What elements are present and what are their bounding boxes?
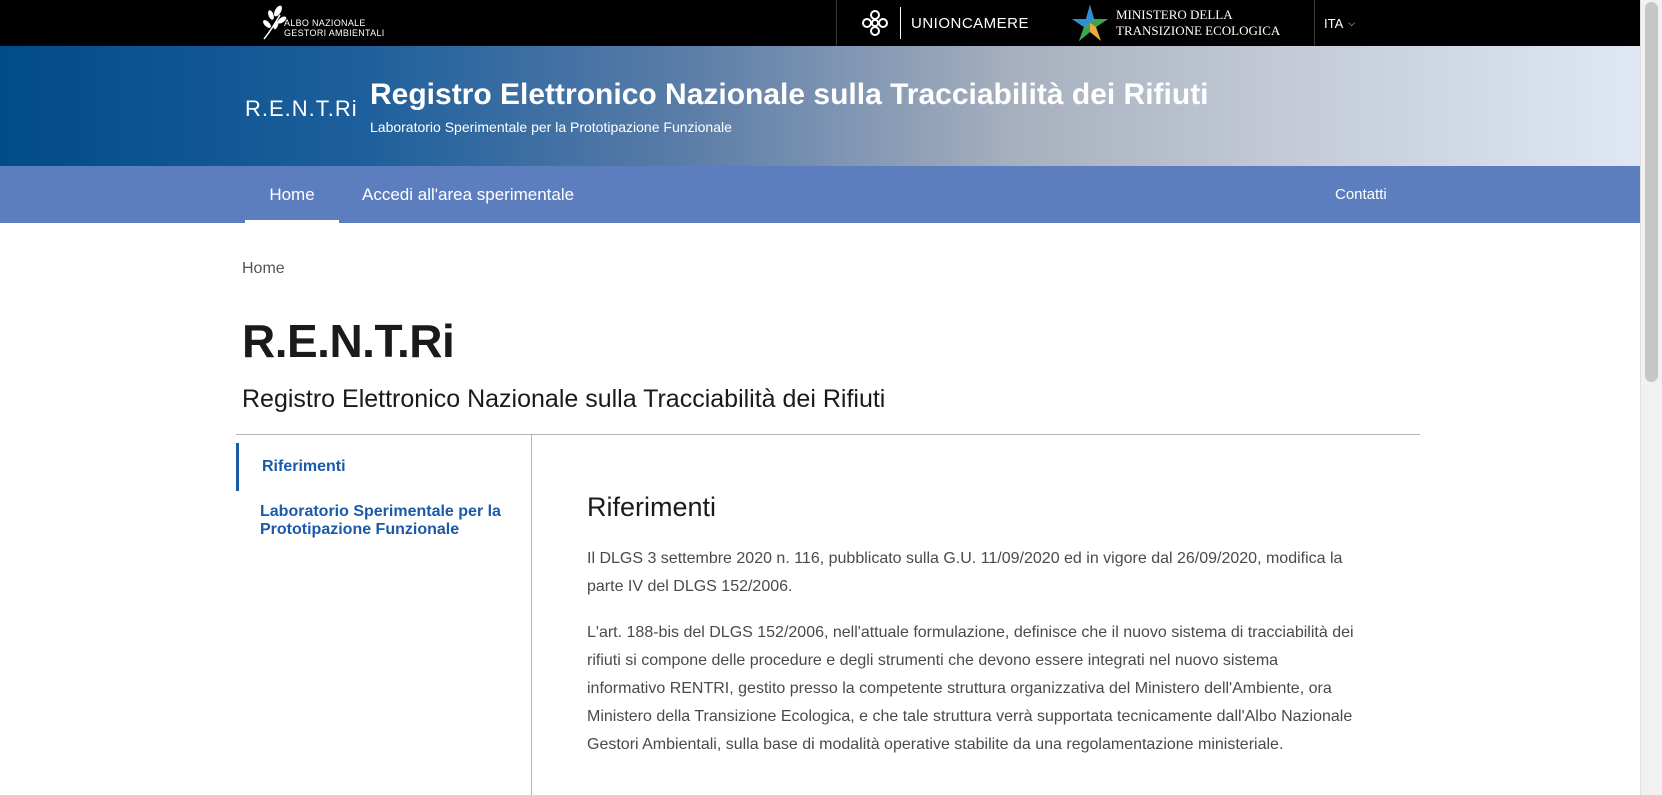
- page-title: R.E.N.T.Ri: [242, 315, 455, 367]
- albo-logo-link[interactable]: Albo Nazionale Gestori Ambientali: [258, 4, 385, 42]
- star-logo-icon: [1072, 5, 1108, 41]
- sidebar-nav: Riferimenti Laboratorio Sperimentale per…: [236, 435, 532, 795]
- page: Albo Nazionale Gestori Ambientali UNIONC…: [0, 0, 1640, 795]
- breadcrumb[interactable]: Home: [242, 260, 285, 278]
- top-separator: [1314, 0, 1315, 46]
- content-paragraph: Il DLGS 3 settembre 2020 n. 116, pubblic…: [587, 550, 1343, 595]
- top-separator: [836, 0, 837, 46]
- sidebar-item-laboratorio[interactable]: Laboratorio Sperimentale per la Prototip…: [236, 503, 532, 539]
- nav-home[interactable]: Home: [245, 166, 339, 223]
- albo-line-1: Albo Nazionale: [284, 18, 366, 28]
- language-label: ITA: [1324, 15, 1344, 31]
- unioncamere-label: UNIONCAMERE: [911, 14, 1030, 32]
- brand-subtitle: Laboratorio Sperimentale per la Prototip…: [370, 119, 732, 135]
- scrollbar-thumb[interactable]: [1645, 2, 1658, 382]
- site-header: R.E.N.T.Ri Registro Elettronico Nazional…: [0, 46, 1640, 166]
- content-paragraph: L'art. 188-bis del DLGS 152/2006, nell'a…: [587, 624, 1354, 753]
- albo-logo-text: Albo Nazionale Gestori Ambientali: [284, 18, 385, 38]
- unioncamere-logo-icon: [862, 10, 888, 36]
- main-content: Riferimenti Il DLGS 3 settembre 2020 n. …: [587, 492, 1357, 777]
- main-navbar: Home Accedi all'area sperimentale Contat…: [0, 166, 1640, 223]
- sidebar-item-riferimenti[interactable]: Riferimenti: [236, 443, 532, 491]
- chevron-down-icon: ⌵: [1348, 17, 1356, 28]
- content-heading: Riferimenti: [587, 492, 717, 522]
- top-bar: Albo Nazionale Gestori Ambientali UNIONC…: [0, 0, 1640, 46]
- ministero-line-2: Transizione Ecologica: [1116, 23, 1281, 38]
- brand-short-name[interactable]: R.E.N.T.Ri: [245, 96, 358, 122]
- nav-contatti[interactable]: Contatti: [1335, 166, 1387, 223]
- brand-title[interactable]: Registro Elettronico Nazionale sulla Tra…: [370, 78, 1209, 112]
- nav-accedi-area-sperimentale[interactable]: Accedi all'area sperimentale: [362, 166, 574, 223]
- ministero-link[interactable]: Ministero della Transizione Ecologica: [1070, 0, 1280, 46]
- albo-line-2: Gestori Ambientali: [284, 28, 385, 38]
- unioncamere-link[interactable]: UNIONCAMERE: [858, 0, 1029, 46]
- unioncamere-divider: [900, 7, 901, 39]
- page-scrollbar[interactable]: [1640, 0, 1662, 795]
- ministero-line-1: Ministero della: [1116, 7, 1233, 22]
- ministero-text: Ministero della Transizione Ecologica: [1116, 7, 1280, 39]
- page-subtitle: Registro Elettronico Nazionale sulla Tra…: [242, 385, 886, 413]
- language-selector[interactable]: ITA ⌵: [1324, 0, 1355, 46]
